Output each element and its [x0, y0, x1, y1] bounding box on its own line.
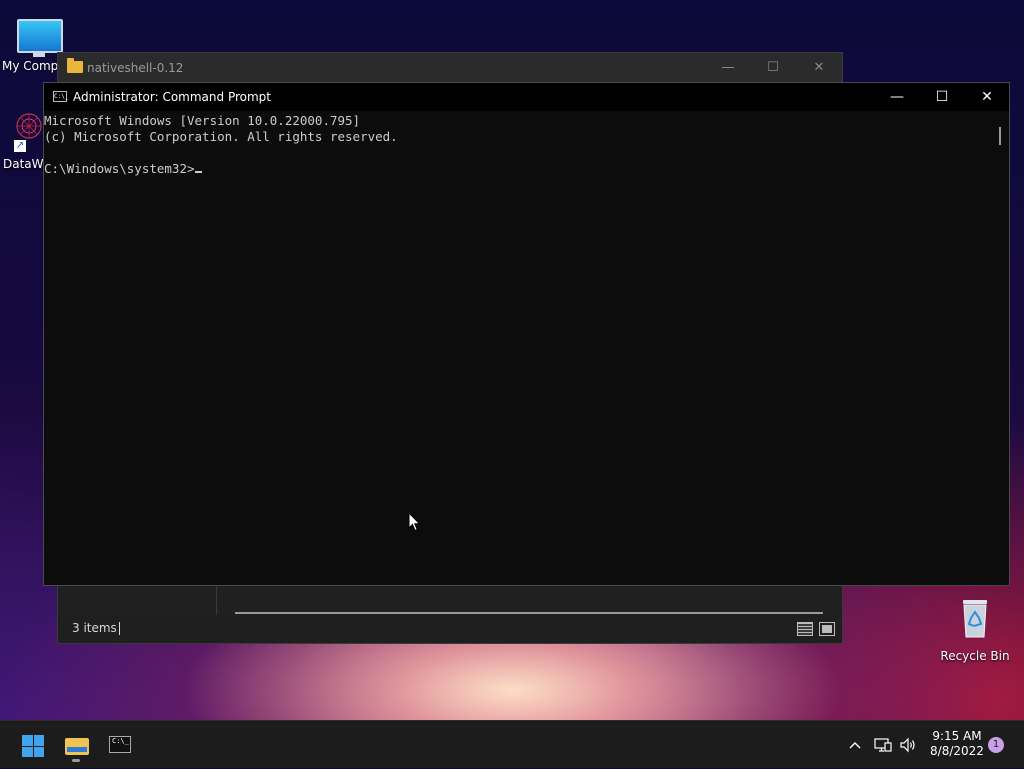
cmd-titlebar[interactable]: C:\_ Administrator: Command Prompt — ☐ ✕: [44, 83, 1009, 111]
recycle-bin-label: Recycle Bin: [940, 649, 1010, 663]
console-prompt-line[interactable]: C:\Windows\system32>: [44, 161, 995, 177]
item-count: 3 items: [72, 621, 117, 635]
cmd-maximize-button[interactable]: ☐: [919, 83, 965, 111]
computer-stand: [33, 52, 45, 57]
command-prompt-window[interactable]: C:\_ Administrator: Command Prompt — ☐ ✕…: [43, 82, 1010, 586]
cmd-title-text: Administrator: Command Prompt: [73, 90, 271, 104]
console-output[interactable]: Microsoft Windows [Version 10.0.22000.79…: [44, 113, 995, 177]
folder-icon: [67, 58, 83, 73]
explorer-statusbar: 3 items: [58, 615, 842, 643]
explorer-minimize-button[interactable]: —: [705, 53, 751, 83]
details-view-button[interactable]: [797, 622, 813, 636]
shortcut-arrow-icon: ↗: [14, 140, 26, 152]
volume-icon[interactable]: [897, 721, 919, 769]
taskbar-clock[interactable]: 9:15 AM 8/8/2022: [922, 729, 992, 759]
console-prompt: C:\Windows\system32>: [44, 161, 195, 176]
start-button[interactable]: [13, 727, 51, 763]
text-cursor: [194, 171, 202, 173]
recycle-bin-icon: [963, 600, 987, 638]
explorer-titlebar[interactable]: nativeshell-0.12 — ☐ ✕: [58, 53, 842, 83]
show-hidden-icons-chevron-icon[interactable]: [845, 721, 865, 769]
taskbar-command-prompt[interactable]: C:\_: [100, 727, 138, 763]
console-line: (c) Microsoft Corporation. All rights re…: [44, 129, 398, 144]
notification-badge[interactable]: 1: [988, 737, 1004, 753]
file-explorer-icon: [65, 738, 89, 755]
explorer-close-button[interactable]: ✕: [796, 53, 842, 83]
cmd-taskbar-icon: C:\_: [109, 736, 131, 753]
explorer-maximize-button[interactable]: ☐: [750, 53, 796, 83]
desktop-icon-recycle-bin[interactable]: Recycle Bin: [935, 598, 1015, 663]
taskbar: C:\_ 9:15 AM 8/8/2022 1: [0, 720, 1024, 768]
running-indicator: [72, 759, 80, 762]
network-icon[interactable]: [872, 721, 894, 769]
explorer-horizontal-scrollbar[interactable]: [235, 612, 823, 614]
status-separator: [119, 622, 120, 635]
cmd-scrollbar[interactable]: [999, 127, 1001, 145]
clock-time: 9:15 AM: [932, 729, 982, 743]
computer-icon: [17, 19, 63, 53]
clock-date: 8/8/2022: [930, 744, 984, 758]
cmd-close-button[interactable]: ✕: [964, 83, 1010, 111]
taskbar-file-explorer[interactable]: [57, 727, 95, 763]
large-icons-view-button[interactable]: [819, 622, 835, 636]
cmd-minimize-button[interactable]: —: [874, 83, 920, 111]
explorer-title-text: nativeshell-0.12: [87, 61, 184, 75]
console-line: Microsoft Windows [Version 10.0.22000.79…: [44, 113, 361, 128]
windows-logo-icon: [22, 735, 44, 757]
cmd-app-icon: C:\_: [53, 91, 69, 102]
mouse-pointer-icon: [408, 512, 421, 532]
